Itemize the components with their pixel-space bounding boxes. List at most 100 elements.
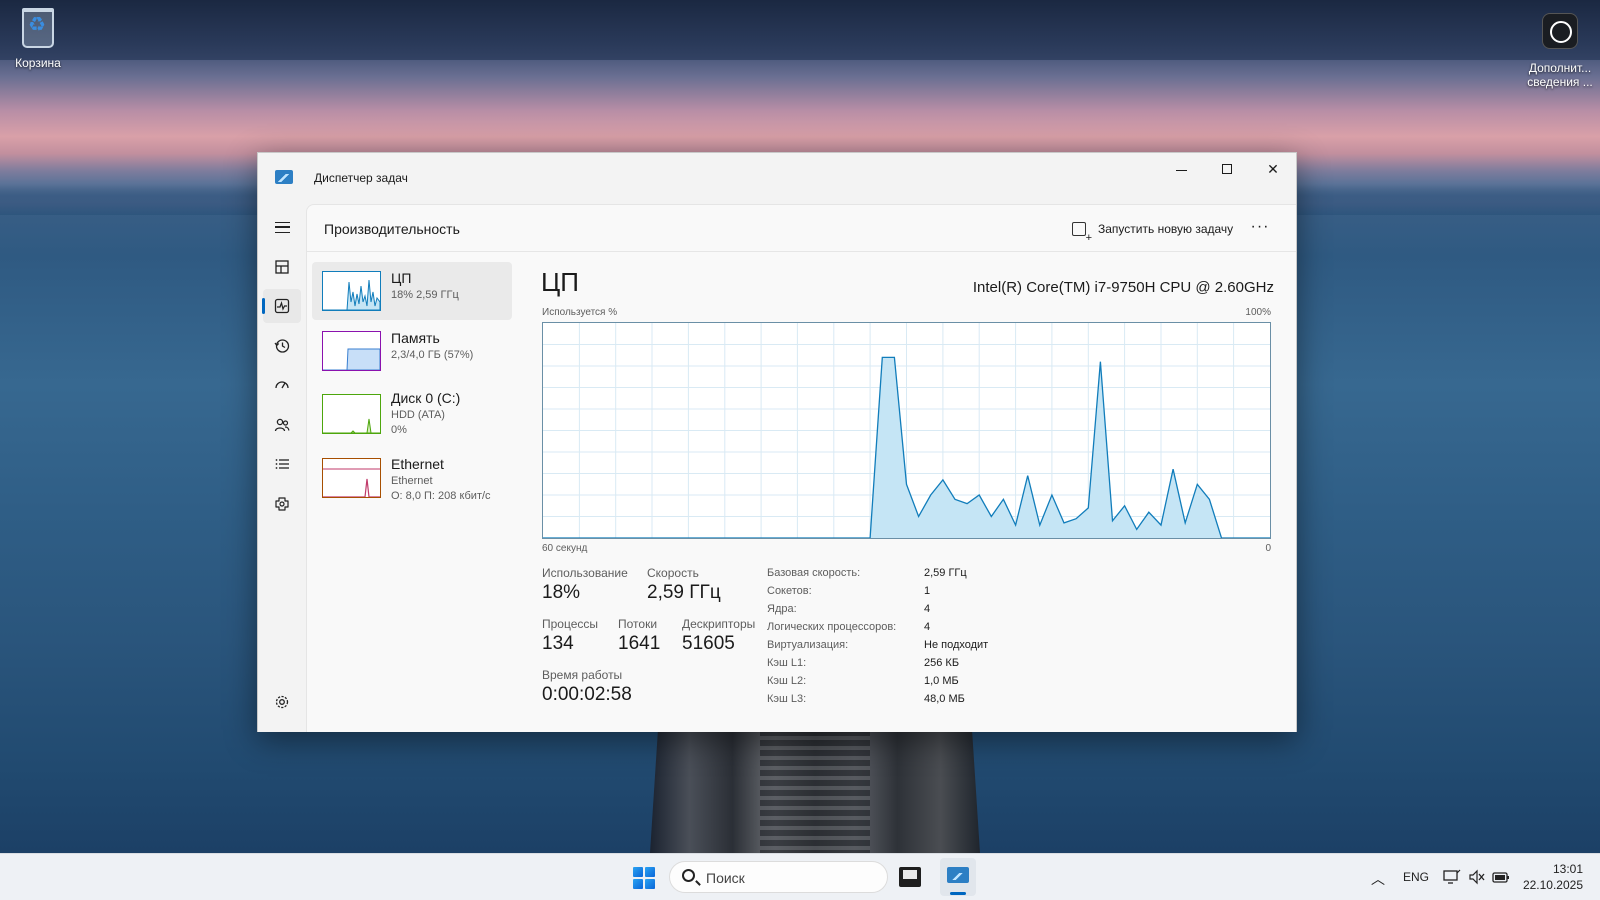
page-header: Производительность Запустить новую задач… [307, 205, 1296, 252]
task-manager-window: Диспетчер задач ✕ Производительность + З… [257, 152, 1297, 732]
new-task-icon [1072, 222, 1092, 243]
threads-value: 1641 [618, 633, 661, 654]
info-label: Кэш L2: [767, 675, 807, 687]
clock-date: 22.10.2025 [1522, 878, 1583, 892]
battery-icon[interactable] [1492, 869, 1510, 889]
taskbar-app-task-manager[interactable] [940, 858, 976, 896]
processes-value: 134 [542, 633, 574, 654]
cpu-thumbnail-graph [322, 271, 381, 311]
nav-performance[interactable] [262, 289, 301, 323]
desktop-icon-label: Корзина [15, 56, 61, 70]
resource-detail: HDD (ATA) [391, 409, 445, 421]
info-value: 4 [924, 621, 931, 633]
resource-usage: 0% [391, 424, 407, 436]
run-new-task-label: Запустить новую задачу [1098, 222, 1234, 236]
nav-app-history[interactable] [263, 329, 301, 363]
nav-processes[interactable] [263, 250, 301, 284]
performance-page: Производительность Запустить новую задач… [306, 204, 1296, 732]
speed-label: Скорость [647, 566, 699, 580]
windows-logo-icon [633, 867, 643, 877]
minimize-button[interactable] [1158, 153, 1204, 185]
info-label: Базовая скорость: [767, 567, 861, 579]
desktop-icon-recycle-bin[interactable]: Корзина [0, 8, 80, 70]
handles-value: 51605 [682, 633, 735, 654]
graph-x-zero: 0 [1265, 543, 1271, 554]
resource-name: ЦП [391, 270, 412, 286]
page-title: Производительность [324, 221, 460, 237]
settings-icon [275, 695, 289, 709]
info-value: 4 [924, 603, 931, 615]
info-label: Сокетов: [767, 585, 812, 597]
close-button[interactable]: ✕ [1250, 153, 1296, 185]
nav-settings[interactable] [263, 685, 301, 719]
taskbar-clock[interactable]: 13:01 22.10.2025 [1523, 861, 1583, 893]
graph-x-label: 60 секунд [542, 543, 588, 554]
graph-y-max: 100% [1245, 307, 1271, 318]
info-value: 256 КБ [924, 657, 960, 669]
resource-disk[interactable]: Диск 0 (C:) HDD (ATA) 0% [312, 382, 512, 448]
info-label: Виртуализация: [767, 639, 849, 651]
info-label: Кэш L1: [767, 657, 807, 669]
startup-apps-icon [275, 381, 289, 389]
info-label: Кэш L3: [767, 693, 807, 705]
clock-time: 13:01 [1552, 862, 1583, 876]
window-title: Диспетчер задач [314, 171, 408, 185]
start-button[interactable] [633, 867, 655, 889]
handles-label: Дескрипторы [682, 617, 756, 631]
resource-memory[interactable]: Память 2,3/4,0 ГБ (57%) [312, 322, 512, 380]
info-label: Ядра: [767, 603, 797, 615]
hamburger-menu-icon [274, 221, 290, 233]
recycle-bin-icon [18, 8, 58, 52]
uptime-value: 0:00:02:58 [542, 684, 632, 705]
app-history-icon [274, 339, 290, 353]
nav-startup-apps[interactable] [263, 368, 301, 402]
resource-detail: Ethernet [391, 475, 433, 487]
show-hidden-icons-chevron-icon[interactable]: ︿ [1371, 869, 1385, 889]
graph-y-label: Используется % [542, 307, 618, 318]
info-value: 2,59 ГГц [924, 567, 967, 579]
ethernet-thumbnail-graph [322, 458, 381, 498]
resource-detail: 2,3/4,0 ГБ (57%) [391, 349, 474, 361]
taskbar-app-task-view[interactable] [899, 867, 921, 887]
processes-icon [275, 260, 289, 274]
volume-muted-icon[interactable] [1468, 869, 1486, 889]
details-icon [275, 459, 289, 469]
help-info-icon [1540, 13, 1580, 57]
input-language[interactable]: ENG [1403, 870, 1429, 884]
task-manager-app-icon [275, 170, 293, 184]
resource-detail: 18% 2,59 ГГц [391, 289, 459, 301]
more-options-button[interactable]: ··· [1245, 215, 1275, 243]
taskbar-search-box[interactable]: Поиск [669, 861, 888, 893]
maximize-button[interactable] [1204, 153, 1250, 185]
title-bar[interactable]: Диспетчер задач ✕ [258, 153, 1296, 204]
info-label: Логических процессоров: [767, 621, 897, 633]
usage-label: Использование [542, 566, 628, 580]
active-app-indicator [950, 892, 966, 895]
resource-throughput: О: 8,0 П: 208 кбит/с [391, 490, 491, 502]
info-value: 48,0 МБ [924, 693, 965, 705]
nav-details[interactable] [263, 447, 301, 481]
desktop-icon-label: Дополнит... сведения ... [1527, 61, 1593, 89]
task-manager-icon [947, 867, 969, 883]
info-value: 1 [924, 585, 931, 597]
minimize-icon [1175, 169, 1187, 171]
processes-label: Процессы [542, 617, 599, 631]
resource-name: Диск 0 (C:) [391, 390, 461, 406]
disk-thumbnail-graph [322, 394, 381, 434]
resource-ethernet[interactable]: Ethernet Ethernet О: 8,0 П: 208 кбит/с [312, 448, 512, 510]
network-icon[interactable] [1443, 869, 1461, 889]
nav-services[interactable] [263, 487, 301, 521]
cpu-usage-chart [543, 323, 1270, 539]
wallpaper-clouds [0, 0, 1600, 60]
nav-users[interactable] [263, 408, 301, 442]
close-icon: ✕ [1267, 160, 1279, 177]
taskbar: Поиск ︿ ENG 13:01 22.10.2025 [0, 853, 1600, 900]
maximize-icon [1222, 164, 1232, 174]
desktop-icon-additional-info[interactable]: Дополнит... сведения ... [1518, 10, 1600, 89]
services-icon [275, 497, 289, 511]
resource-cpu[interactable]: ЦП 18% 2,59 ГГц [312, 262, 512, 320]
nav-menu-button[interactable] [263, 210, 301, 244]
run-new-task-button[interactable]: Запустить новую задачу [1066, 215, 1239, 243]
memory-thumbnail-graph [322, 331, 381, 371]
users-icon [274, 418, 290, 432]
